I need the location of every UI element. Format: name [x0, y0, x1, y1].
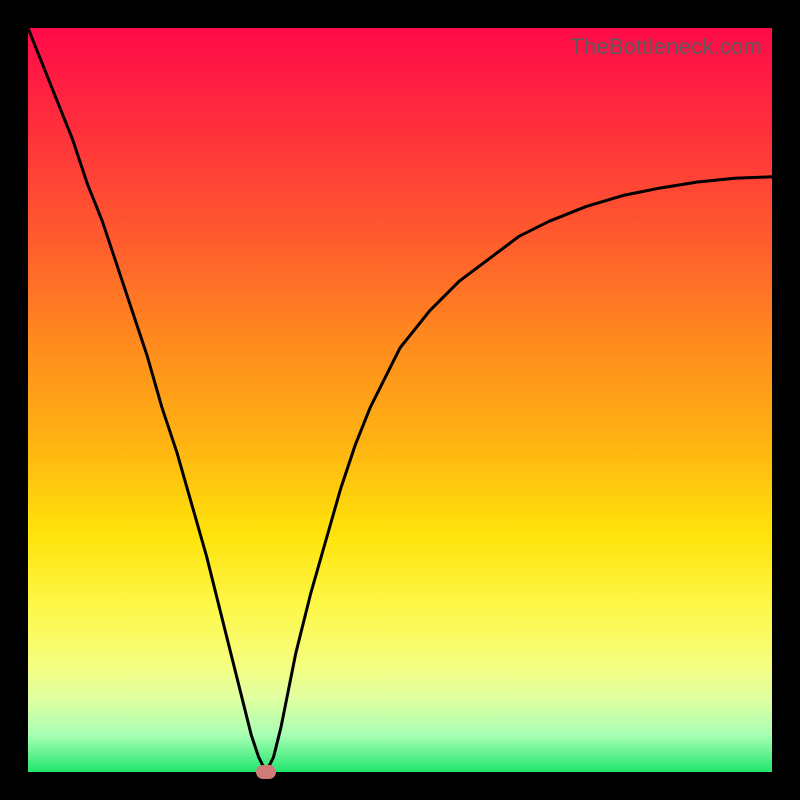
curve-svg [28, 28, 772, 772]
min-marker [256, 765, 276, 779]
chart-frame: TheBottleneck.com [0, 0, 800, 800]
bottleneck-curve [28, 28, 772, 772]
plot-area: TheBottleneck.com [28, 28, 772, 772]
